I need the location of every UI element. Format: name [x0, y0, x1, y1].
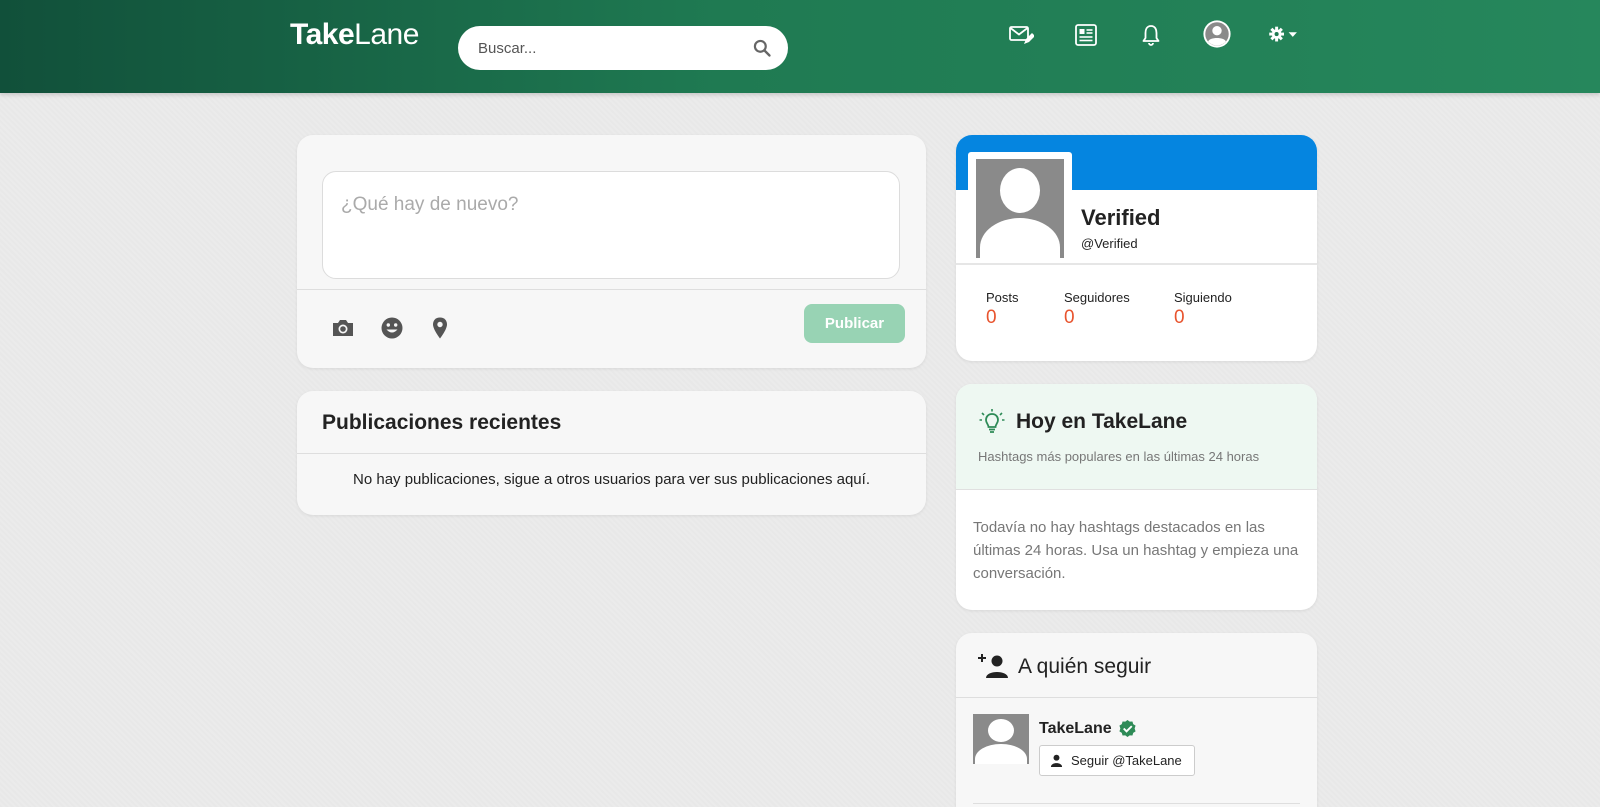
stat-following[interactable]: Siguiendo 0 — [1174, 290, 1232, 329]
recent-divider — [297, 453, 926, 454]
stat-value: 0 — [986, 307, 997, 328]
profile-handle: @Verified — [1081, 236, 1138, 251]
suggested-user-name[interactable]: TakeLane — [1039, 719, 1137, 738]
news-icon[interactable] — [1071, 20, 1101, 50]
search-input[interactable] — [478, 39, 752, 57]
trending-divider — [956, 489, 1317, 490]
top-navbar: TakeLane — [0, 0, 1600, 93]
follow-button-label: Seguir @TakeLane — [1071, 753, 1182, 768]
stat-followers[interactable]: Seguidores 0 — [1064, 290, 1130, 329]
compose-divider — [297, 289, 926, 290]
suggested-user-avatar[interactable] — [973, 714, 1029, 764]
profile-divider — [956, 263, 1317, 265]
trending-empty: Todavía no hay hashtags destacados en la… — [973, 519, 1299, 582]
stat-posts[interactable]: Posts 0 — [986, 290, 1019, 329]
profile-name[interactable]: Verified — [1081, 205, 1160, 231]
follow-divider — [956, 697, 1317, 698]
trending-title: Hoy en TakeLane — [1016, 410, 1188, 433]
logo-light-text: Lane — [354, 18, 419, 51]
camera-icon[interactable] — [330, 315, 356, 341]
profile-avatar[interactable] — [968, 152, 1072, 258]
smiley-icon[interactable] — [379, 315, 405, 341]
stat-value: 0 — [1174, 307, 1185, 328]
bell-icon[interactable] — [1136, 20, 1166, 50]
logo-bold-text: Take — [290, 18, 355, 51]
default-avatar-icon — [976, 159, 1064, 258]
gear-icon — [1269, 26, 1297, 42]
follow-divider-bottom — [973, 803, 1300, 804]
stat-label: Posts — [986, 290, 1019, 305]
user-icon — [1050, 754, 1063, 767]
trending-header: Hoy en TakeLane Hashtags más populares e… — [956, 384, 1317, 490]
profile-card: Verified @Verified Posts 0 Seguidores 0 … — [956, 135, 1317, 361]
default-avatar-icon — [973, 714, 1029, 764]
trending-subtitle: Hashtags más populares en las últimas 24… — [978, 449, 1260, 464]
search-icon[interactable] — [752, 38, 772, 58]
verified-badge-icon — [1119, 719, 1136, 738]
location-pin-icon[interactable] — [427, 315, 453, 341]
publish-button[interactable]: Publicar — [804, 304, 905, 343]
suggested-user-name-text: TakeLane — [1039, 719, 1112, 737]
stat-label: Siguiendo — [1174, 290, 1232, 305]
search-bar — [458, 26, 788, 70]
add-user-icon — [978, 654, 1008, 678]
stat-value: 0 — [1064, 307, 1075, 328]
stat-label: Seguidores — [1064, 290, 1130, 305]
site-logo[interactable]: TakeLane — [290, 18, 419, 52]
lightbulb-icon — [979, 409, 1005, 433]
trending-card: Hoy en TakeLane Hashtags más populares e… — [956, 384, 1317, 610]
follow-button[interactable]: Seguir @TakeLane — [1039, 745, 1195, 776]
settings-menu[interactable] — [1266, 20, 1302, 50]
compose-message-icon[interactable] — [1006, 20, 1036, 50]
recent-posts-empty: No hay publicaciones, sigue a otros usua… — [353, 471, 870, 488]
compose-card: Publicar — [297, 135, 926, 368]
user-avatar-icon[interactable] — [1201, 18, 1233, 50]
recent-posts-title: Publicaciones recientes — [322, 411, 562, 434]
who-to-follow-card: A quién seguir TakeLane Seguir @TakeLane — [956, 633, 1317, 807]
recent-posts-card: Publicaciones recientes No hay publicaci… — [297, 391, 926, 515]
who-to-follow-title: A quién seguir — [1018, 655, 1152, 678]
post-textarea[interactable] — [322, 171, 900, 279]
